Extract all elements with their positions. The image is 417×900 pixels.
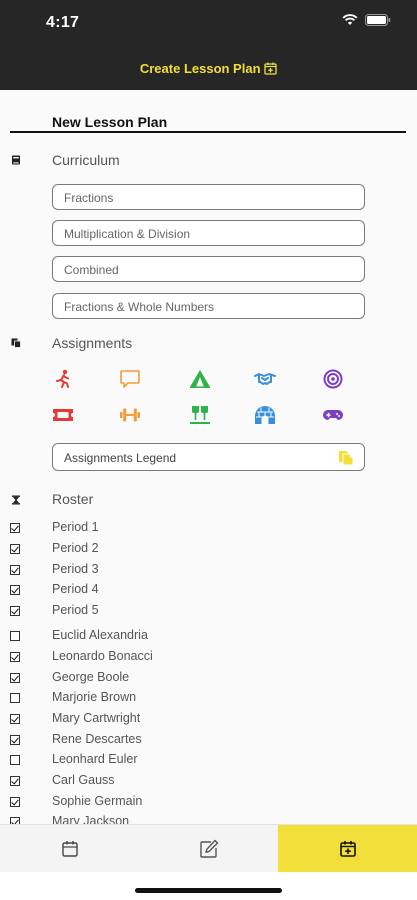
goal-posts-icon[interactable] [189,405,211,425]
book-icon [12,155,20,165]
period-label: Period 5 [52,603,99,617]
student-name: Mary Cartwright [52,711,141,725]
status-icons [342,14,391,26]
target-icon[interactable] [322,369,344,389]
student-row[interactable]: Carl Gauss [10,773,310,791]
student-row[interactable]: Marjorie Brown [10,690,310,708]
wifi-icon [342,14,358,25]
student-row[interactable]: Mary Cartwright [10,711,310,729]
assignments-legend-button[interactable]: Assignments Legend [52,443,365,471]
curriculum-heading: Curriculum [52,152,120,168]
checkbox[interactable] [10,652,20,662]
roster-heading: Roster [52,491,94,507]
checkbox[interactable] [10,585,20,595]
student-name: George Boole [52,670,130,684]
tab-create-lesson-plan[interactable] [278,825,417,873]
period-row[interactable]: Period 2 [10,541,310,559]
student-name: Leonhard Euler [52,752,138,766]
curriculum-item[interactable]: Combined [52,256,365,282]
ticket-icon[interactable] [52,405,74,425]
tab-edit[interactable] [139,825,278,873]
page-title: Create Lesson Plan [0,60,417,76]
checkbox[interactable] [10,606,20,616]
period-label: Period 4 [52,582,99,596]
student-row[interactable]: Leonhard Euler [10,752,310,770]
checkbox[interactable] [10,523,20,533]
tab-bar [0,824,417,873]
tent-icon[interactable] [189,369,211,389]
copy-icon [11,338,21,348]
home-indicator[interactable] [135,888,282,893]
nav-bar: Create Lesson Plan [0,44,417,90]
student-name: Marjorie Brown [52,690,137,704]
student-name: Rene Descartes [52,732,142,746]
battery-icon [365,14,391,26]
checkbox[interactable] [10,693,20,703]
igloo-icon[interactable] [254,405,276,425]
checkbox[interactable] [10,776,20,786]
curriculum-item[interactable]: Multiplication & Division [52,220,365,246]
student-name: Mary Jackson [52,814,130,824]
title-divider [10,131,406,133]
checkbox[interactable] [10,797,20,807]
student-row[interactable]: Euclid Alexandria [10,628,310,646]
checkbox[interactable] [10,755,20,765]
student-row[interactable]: Sophie Germain [10,794,310,812]
curriculum-item[interactable]: Fractions [52,184,365,210]
student-name: Leonardo Bonacci [52,649,153,663]
checkbox[interactable] [10,817,20,824]
checkbox[interactable] [10,714,20,724]
hourglass-icon [12,495,20,505]
curriculum-item[interactable]: Fractions & Whole Numbers [52,293,365,319]
period-label: Period 2 [52,541,99,555]
period-row[interactable]: Period 5 [10,603,310,621]
home-indicator-area [0,872,417,900]
handshake-icon[interactable] [254,369,276,389]
calendar-add-icon [264,62,277,75]
period-row[interactable]: Period 4 [10,582,310,600]
period-row[interactable]: Period 3 [10,562,310,580]
checkbox[interactable] [10,735,20,745]
period-label: Period 1 [52,520,99,534]
status-bar: 4:17 [0,0,417,44]
student-row[interactable]: Mary Jackson [10,814,310,824]
period-row[interactable]: Period 1 [10,520,310,538]
tab-calendar[interactable] [0,825,139,873]
dumbbell-icon[interactable] [119,405,141,425]
calendar-add-icon [339,841,356,857]
edit-icon [199,839,218,858]
page-title-text: Create Lesson Plan [139,61,261,77]
speech-bubble-icon[interactable] [119,369,141,389]
student-row[interactable]: Leonardo Bonacci [10,649,310,667]
student-name: Sophie Germain [52,794,143,808]
status-time: 4:17 [46,14,80,31]
gamepad-icon[interactable] [322,405,344,425]
calendar-icon [61,841,78,857]
checkbox[interactable] [10,565,20,575]
checkbox[interactable] [10,544,20,554]
student-row[interactable]: George Boole [10,670,310,688]
checkbox[interactable] [10,631,20,641]
student-name: Carl Gauss [52,773,115,787]
student-row[interactable]: Rene Descartes [10,732,310,750]
assignments-legend-label: Assignments Legend [64,451,177,465]
running-icon[interactable] [52,369,74,389]
student-name: Euclid Alexandria [52,628,148,642]
documents-icon [339,451,354,466]
lesson-plan-form[interactable]: New Lesson Plan Curriculum Fractions Mul… [0,90,417,824]
lesson-plan-title[interactable]: New Lesson Plan [52,114,167,130]
checkbox[interactable] [10,673,20,683]
period-label: Period 3 [52,562,99,576]
assignments-heading: Assignments [52,335,133,351]
